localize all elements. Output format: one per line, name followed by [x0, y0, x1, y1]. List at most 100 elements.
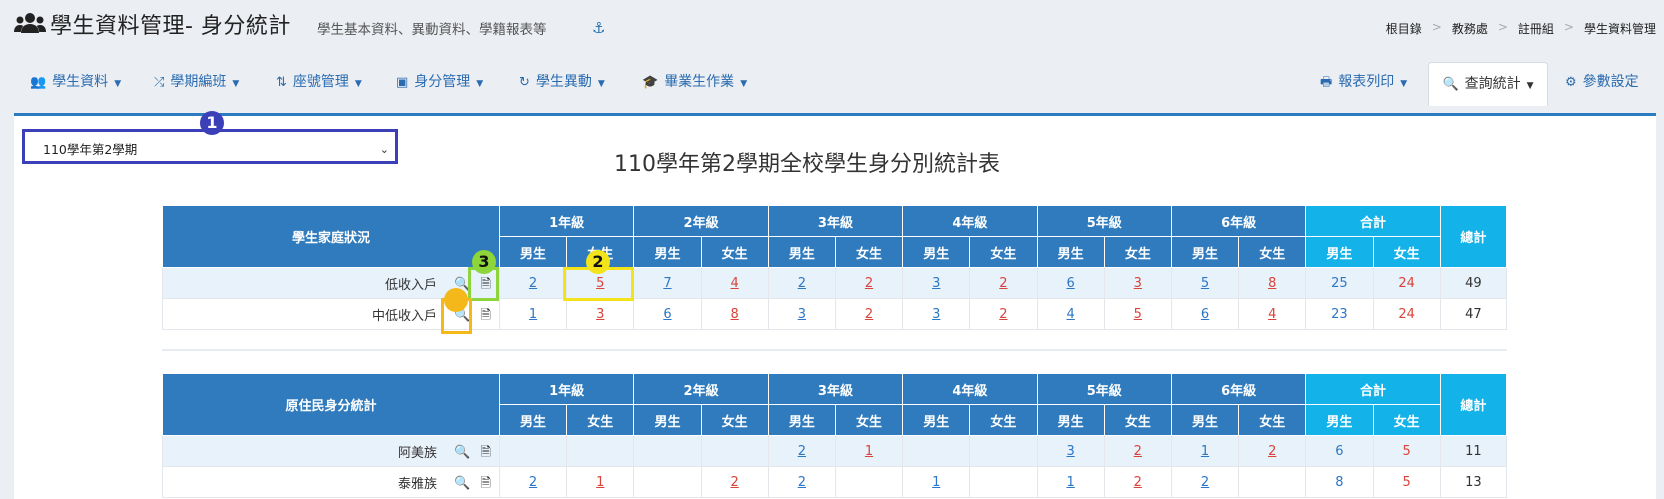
- nav-settings[interactable]: ⚙ 參數設定: [1565, 60, 1639, 104]
- count-cell: 2: [834, 298, 904, 330]
- female-header: 女生: [969, 236, 1038, 268]
- female-count-link[interactable]: 4: [1268, 307, 1276, 322]
- female-count-link[interactable]: 2: [1268, 444, 1276, 459]
- female-count-link[interactable]: 2: [1134, 444, 1142, 459]
- main-nav: 👥 學生資料 ▼ ⤮ 學期編班 ▼ ⇅ 座號管理 ▼ ▣ 身分管理 ▼ ↻ 學生異動 ▼ 🎓 畢業生作…: [0, 60, 1664, 106]
- breadcrumb-item-academic[interactable]: 教務處: [1452, 20, 1488, 37]
- female-count-link[interactable]: 2: [865, 307, 873, 322]
- grand-total-cell: 11: [1439, 435, 1508, 467]
- anchor-icon[interactable]: ⚓: [592, 19, 605, 37]
- male-count-link[interactable]: 6: [1201, 307, 1209, 322]
- male-count-link[interactable]: 2: [798, 276, 806, 291]
- sort-icon: ⇅: [276, 75, 287, 90]
- male-count-link[interactable]: 2: [798, 475, 806, 490]
- female-count-link[interactable]: 2: [865, 276, 873, 291]
- female-header: 女生: [1103, 404, 1172, 436]
- table-row: 中低收入戶 🔍 🗎 1 3 6 8 3 2 3 2 4 5 6 4 23 24 47: [162, 298, 1508, 330]
- male-header: 男生: [902, 404, 971, 436]
- male-count-link[interactable]: 2: [798, 444, 806, 459]
- count-cell: 2: [1103, 435, 1172, 467]
- female-count-link[interactable]: 2: [1134, 475, 1142, 490]
- nav-graduates[interactable]: 🎓 畢業生作業 ▼: [642, 60, 747, 104]
- count-cell: 6: [633, 298, 702, 330]
- female-header: 女生: [834, 404, 904, 436]
- page-title: 110學年第2學期全校學生身分別統計表: [614, 152, 1000, 177]
- male-count-link[interactable]: 6: [1066, 276, 1074, 291]
- count-cell: 2: [969, 267, 1038, 299]
- count-cell: [1238, 466, 1307, 498]
- row-actions: 🔍 🗎: [444, 443, 491, 465]
- breadcrumb-item-root[interactable]: 根目錄: [1386, 20, 1422, 37]
- count-cell: 3: [767, 298, 836, 330]
- document-icon[interactable]: 🗎: [481, 443, 491, 465]
- table-row: 泰雅族 🔍 🗎 2 1 2 2 1 1 2 2 8 5 13: [162, 466, 1508, 498]
- male-count-link[interactable]: 5: [1201, 276, 1209, 291]
- nav-student-change[interactable]: ↻ 學生異動 ▼: [519, 60, 605, 104]
- print-icon: 🖶: [1320, 75, 1333, 90]
- breadcrumb-item-registry[interactable]: 註冊組: [1518, 20, 1554, 37]
- male-count-link[interactable]: 7: [663, 276, 671, 291]
- female-count-link[interactable]: 2: [731, 475, 739, 490]
- count-cell: [498, 435, 568, 467]
- breadcrumb-item-current: 學生資料管理: [1583, 22, 1656, 36]
- male-count-link[interactable]: 2: [1201, 475, 1209, 490]
- app-title: 學生資料管理- 身分統計: [50, 14, 291, 39]
- grade-header: 1年級: [498, 373, 635, 405]
- female-header: 女生: [1238, 236, 1307, 268]
- id-card-icon: ▣: [396, 75, 409, 90]
- count-cell: 1: [1036, 466, 1105, 498]
- nav-query-stats[interactable]: 🔍 查詢統計 ▼: [1428, 62, 1548, 106]
- nav-identity[interactable]: ▣ 身分管理 ▼: [396, 60, 483, 104]
- total-header: 合計: [1305, 205, 1441, 237]
- male-header: 男生: [767, 404, 836, 436]
- male-count-link[interactable]: 2: [529, 276, 537, 291]
- nav-student-data[interactable]: 👥 學生資料 ▼: [30, 60, 121, 104]
- search-icon[interactable]: 🔍: [454, 476, 470, 491]
- female-count-link[interactable]: 2: [999, 307, 1007, 322]
- male-count-link[interactable]: 3: [1066, 444, 1074, 459]
- male-count-link[interactable]: 1: [932, 475, 940, 490]
- male-count-link[interactable]: 2: [529, 475, 537, 490]
- grade-header: 3年級: [767, 205, 904, 237]
- female-count-link[interactable]: 8: [1268, 276, 1276, 291]
- male-count-link[interactable]: 1: [1066, 475, 1074, 490]
- female-header: 女生: [700, 236, 769, 268]
- count-cell: 2: [498, 466, 568, 498]
- female-count-link[interactable]: 3: [1134, 276, 1142, 291]
- count-cell: 4: [1238, 298, 1307, 330]
- female-count-link[interactable]: 3: [596, 307, 604, 322]
- total-female-cell: 24: [1372, 298, 1441, 330]
- female-count-link[interactable]: 2: [999, 276, 1007, 291]
- document-icon[interactable]: 🗎: [481, 306, 491, 328]
- nav-seat-number[interactable]: ⇅ 座號管理 ▼: [276, 60, 362, 104]
- graduation-cap-icon: 🎓: [642, 75, 659, 90]
- count-cell: 2: [969, 298, 1038, 330]
- nav-class-assign[interactable]: ⤮ 學期編班 ▼: [154, 60, 239, 104]
- count-cell: 2: [834, 267, 904, 299]
- male-count-link[interactable]: 3: [932, 276, 940, 291]
- total-female-cell: 5: [1372, 435, 1441, 467]
- male-count-link[interactable]: 3: [932, 307, 940, 322]
- female-count-link[interactable]: 8: [731, 307, 739, 322]
- count-cell: 3: [1103, 267, 1172, 299]
- search-icon[interactable]: 🔍: [454, 445, 470, 460]
- document-icon[interactable]: 🗎: [481, 474, 491, 496]
- count-cell: 2: [1170, 466, 1240, 498]
- male-header: 男生: [633, 236, 702, 268]
- nav-print-reports[interactable]: 🖶 報表列印 ▼: [1320, 60, 1407, 104]
- female-count-link[interactable]: 4: [731, 276, 739, 291]
- count-cell: 2: [700, 466, 769, 498]
- family-status-table: 學生家庭狀況 1年級 2年級 3年級 4年級 5年級 6年級 合計 總計 男生女…: [162, 205, 1508, 330]
- male-count-link[interactable]: 4: [1066, 307, 1074, 322]
- caret-down-icon: ▼: [476, 79, 484, 89]
- female-count-link[interactable]: 5: [1134, 307, 1142, 322]
- female-count-link[interactable]: 1: [596, 475, 604, 490]
- male-count-link[interactable]: 1: [1201, 444, 1209, 459]
- male-count-link[interactable]: 6: [663, 307, 671, 322]
- count-cell: 1: [902, 466, 971, 498]
- count-cell: 2: [498, 267, 568, 299]
- female-count-link[interactable]: 1: [865, 444, 873, 459]
- male-count-link[interactable]: 1: [529, 307, 537, 322]
- male-count-link[interactable]: 3: [798, 307, 806, 322]
- step-badge-2: 2: [586, 250, 610, 274]
